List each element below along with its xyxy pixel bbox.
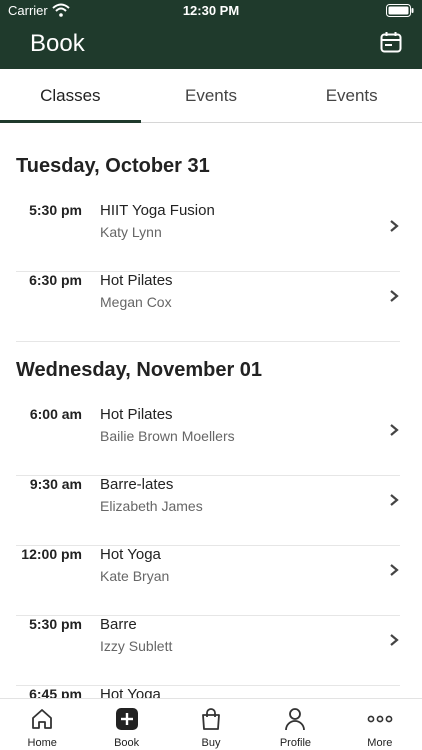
class-row[interactable]: 12:00 pm Hot Yoga Kate Bryan [16,546,400,616]
class-row[interactable]: 9:30 am Barre-lates Elizabeth James [16,476,400,546]
class-name: Barre-lates [100,476,174,493]
home-icon [32,709,53,729]
bag-icon [202,708,220,730]
schedule-list: Tuesday, October 31 5:30 pm HIIT Yoga Fu… [0,124,422,698]
nav-home[interactable]: Home [0,699,84,750]
status-time: 12:30 PM [182,3,240,18]
plus-square-icon [115,708,138,730]
class-instructor: Izzy Sublett [100,638,173,654]
class-name: Hot Yoga [100,546,161,563]
more-dots-icon [367,715,393,723]
nav-label: Book [114,737,140,749]
nav-book[interactable]: Book [84,699,168,750]
class-name: Hot Yoga [100,686,161,698]
nav-profile[interactable]: Profile [253,699,337,750]
class-instructor: Katy Lynn [100,224,162,240]
chevron-right-icon [390,424,399,436]
class-instructor: Megan Cox [100,294,172,310]
nav-buy[interactable]: Buy [169,699,253,750]
day-heading: Tuesday, October 31 [16,155,210,177]
page-title: Book [30,30,85,57]
class-time: 5:30 pm [29,202,82,218]
class-instructor: Bailie Brown Moellers [100,428,235,444]
chevron-right-icon [390,634,399,646]
class-instructor: Elizabeth James [100,498,203,514]
bottom-nav: Home Book Buy Profile More [0,698,422,750]
chevron-right-icon [390,290,399,302]
class-row[interactable]: 5:30 pm Barre Izzy Sublett [16,616,400,686]
chevron-right-icon [390,494,399,506]
class-time: 6:30 pm [29,272,82,288]
class-row[interactable]: 6:30 pm Hot Pilates Megan Cox [16,272,400,342]
class-name: Barre [100,616,137,633]
tab-classes[interactable]: Classes [0,69,141,123]
class-time: 12:00 pm [21,546,82,562]
class-time: 9:30 am [29,476,82,492]
class-name: Hot Pilates [100,272,173,289]
class-instructor: Kate Bryan [100,568,170,584]
class-time: 5:30 pm [29,616,82,632]
class-time: 6:45 pm [29,686,82,698]
day-heading: Wednesday, November 01 [16,359,263,381]
nav-label: Buy [201,737,221,749]
class-row[interactable]: 6:00 am Hot Pilates Bailie Brown Moeller… [16,406,400,476]
class-time: 6:00 am [29,406,82,422]
class-row[interactable]: 5:30 pm HIIT Yoga Fusion Katy Lynn [16,202,400,272]
battery-icon [386,4,414,17]
calendar-icon[interactable] [380,31,402,53]
nav-label: Profile [279,737,312,749]
tab-events[interactable]: Events [141,69,282,122]
status-bar: Carrier 12:30 PM [0,0,422,22]
class-name: HIIT Yoga Fusion [100,202,215,219]
tab-events-2[interactable]: Events [281,69,422,122]
chevron-right-icon [390,564,399,576]
app-header: Carrier 12:30 PM Book [0,0,422,69]
nav-label: More [367,737,393,749]
person-icon [285,708,306,731]
tab-bar: Classes Events Events [0,69,422,123]
nav-label: Home [27,737,57,749]
nav-more[interactable]: More [338,699,422,750]
chevron-right-icon [390,220,399,232]
class-name: Hot Pilates [100,406,173,423]
class-row[interactable]: 6:45 pm Hot Yoga [16,686,400,698]
